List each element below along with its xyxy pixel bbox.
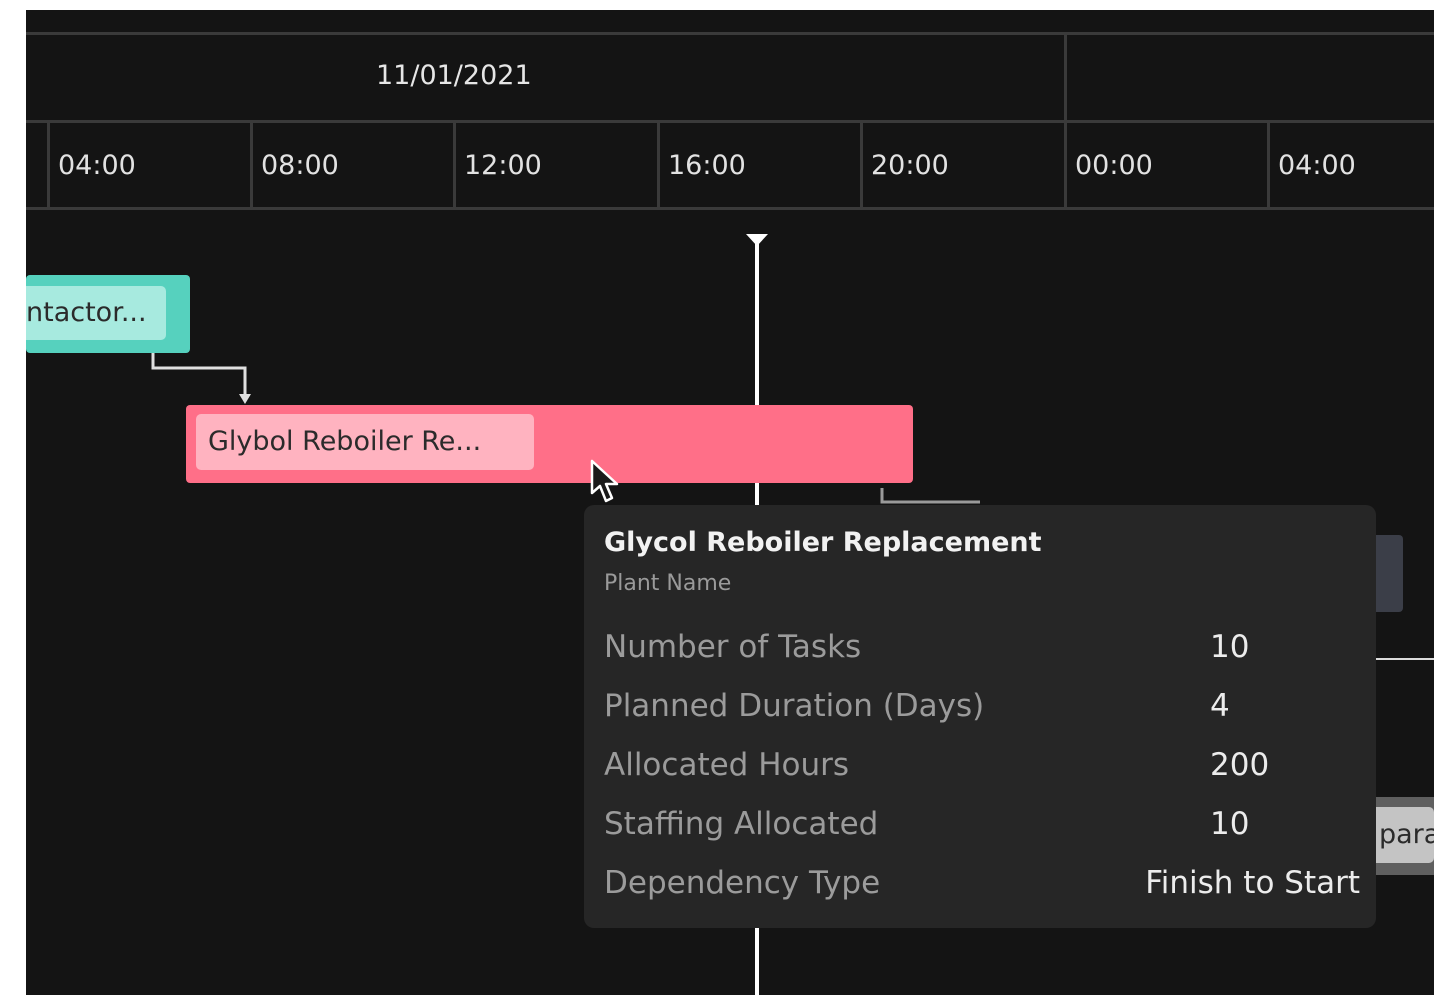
- task-bar-contactor[interactable]: ntactor...: [26, 275, 190, 353]
- tooltip-row: Allocated Hours 200: [604, 747, 1360, 787]
- gantt-chart: 11/01/2021 04:00 08:00 12:00 16:00 20:00…: [26, 10, 1434, 995]
- tooltip-key: Number of Tasks: [604, 629, 862, 665]
- mouse-cursor-icon: [590, 459, 619, 503]
- task-tooltip: Glycol Reboiler Replacement Plant Name N…: [584, 505, 1376, 928]
- hour-cell: 20:00: [871, 150, 949, 181]
- tooltip-row: Planned Duration (Days) 4: [604, 688, 1360, 728]
- tooltip-value: 10: [1210, 629, 1250, 665]
- tooltip-subtitle: Plant Name: [604, 571, 732, 596]
- tooltip-key: Planned Duration (Days): [604, 688, 985, 724]
- tooltip-row: Number of Tasks 10: [604, 629, 1360, 669]
- task-bar-label: ntactor...: [26, 286, 166, 340]
- hour-cell: 12:00: [464, 150, 542, 181]
- task-bar-label: Glybol Reboiler Re...: [196, 414, 534, 470]
- task-bar-glycol-reboiler[interactable]: Glybol Reboiler Re...: [186, 405, 913, 483]
- tooltip-value: Finish to Start: [1145, 865, 1360, 901]
- date-header: 11/01/2021: [376, 60, 532, 91]
- hour-cell: 16:00: [668, 150, 746, 181]
- tooltip-title: Glycol Reboiler Replacement: [604, 527, 1042, 558]
- hour-cell: 08:00: [261, 150, 339, 181]
- hour-cell: 00:00: [1075, 150, 1153, 181]
- hour-cell: 04:00: [58, 150, 136, 181]
- dependency-arrow: [151, 350, 251, 404]
- tooltip-value: 10: [1210, 806, 1250, 842]
- tooltip-value: 4: [1210, 688, 1230, 724]
- hour-cell: 04:00: [1278, 150, 1356, 181]
- tooltip-value: 200: [1210, 747, 1270, 783]
- task-bar-label: para: [1371, 807, 1434, 863]
- tooltip-row: Dependency Type Finish to Start: [604, 865, 1360, 905]
- tooltip-key: Allocated Hours: [604, 747, 850, 783]
- dependency-line: [1376, 658, 1434, 660]
- marker-line-lower: [755, 927, 759, 995]
- header-top-border: [26, 32, 1434, 35]
- tooltip-key: Dependency Type: [604, 865, 881, 901]
- tooltip-key: Staffing Allocated: [604, 806, 879, 842]
- task-bar-separator[interactable]: para: [1371, 797, 1434, 875]
- tooltip-row: Staffing Allocated 10: [604, 806, 1360, 846]
